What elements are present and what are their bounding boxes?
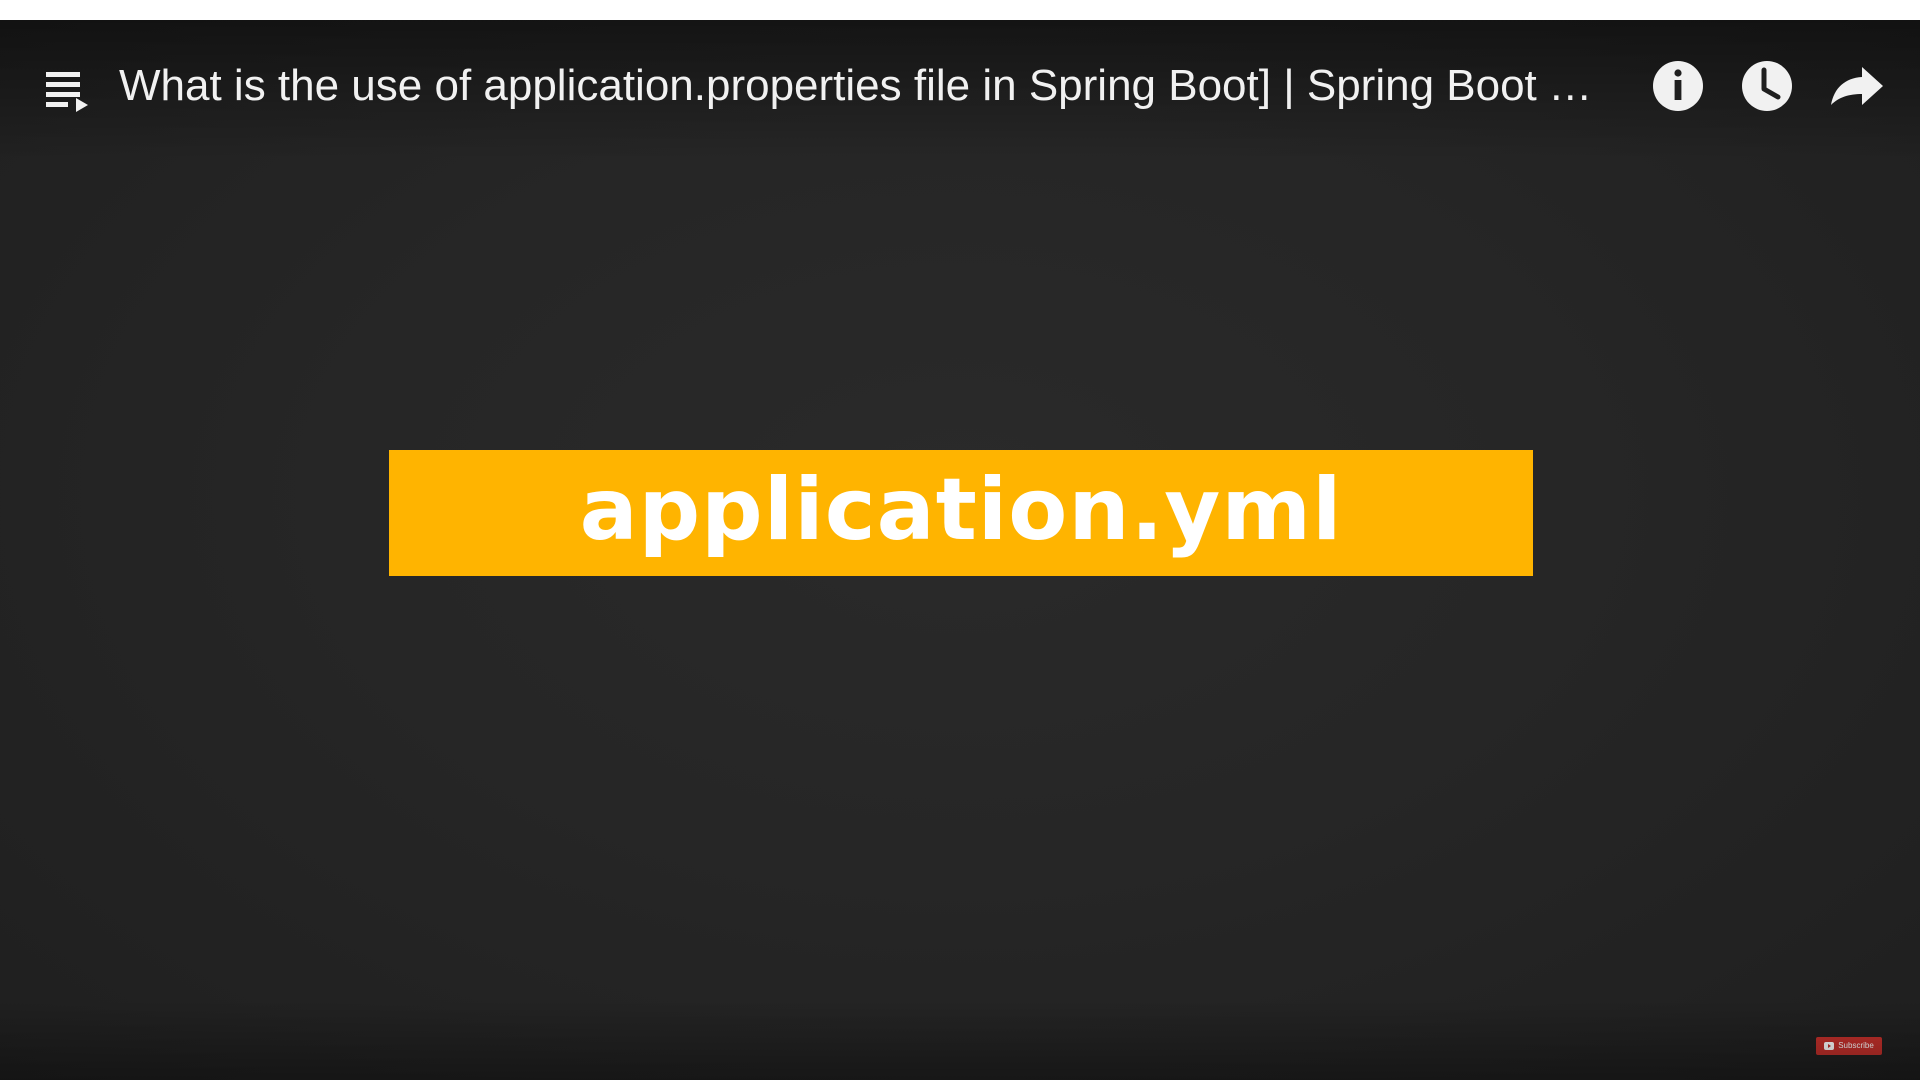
frame-title-banner: application.yml: [389, 450, 1533, 576]
subscribe-watermark-button[interactable]: Subscribe: [1816, 1037, 1882, 1055]
clock-icon[interactable]: [1731, 50, 1803, 122]
info-icon[interactable]: [1642, 50, 1714, 122]
subscribe-label: Subscribe: [1838, 1041, 1874, 1050]
video-title[interactable]: What is the use of application.propertie…: [119, 54, 1619, 118]
video-player[interactable]: What is the use of application.propertie…: [0, 20, 1920, 1080]
banner-text: application.yml: [579, 460, 1343, 560]
playlist-icon[interactable]: [40, 60, 96, 116]
browser-top-strip: [0, 0, 1920, 20]
share-icon[interactable]: [1821, 50, 1893, 122]
youtube-logo-icon: [1824, 1042, 1835, 1050]
